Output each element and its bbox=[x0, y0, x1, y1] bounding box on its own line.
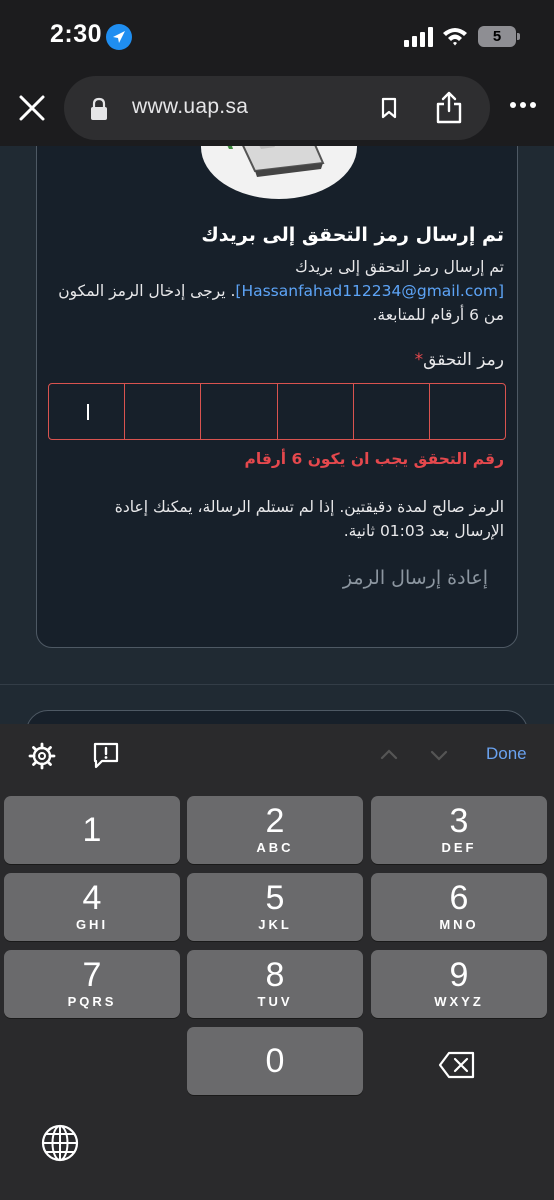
key-6[interactable]: 6 MNO bbox=[371, 873, 547, 941]
key-digit: 6 bbox=[449, 879, 469, 917]
verification-title: تم إرسال رمز التحقق إلى بريدك bbox=[201, 224, 504, 246]
key-letters: GHI bbox=[75, 917, 109, 932]
cellular-signal-icon bbox=[404, 27, 433, 47]
email-illustration bbox=[201, 146, 357, 199]
browser-toolbar: www.uap.sa bbox=[0, 70, 554, 146]
key-8[interactable]: 8 TUV bbox=[187, 950, 363, 1018]
key-7[interactable]: 7 PQRS bbox=[4, 950, 180, 1018]
resend-code-link[interactable]: إعادة إرسال الرمز bbox=[343, 567, 488, 589]
chevron-up-icon[interactable] bbox=[380, 746, 398, 764]
key-2[interactable]: 2 ABC bbox=[187, 796, 363, 864]
key-digit: 3 bbox=[449, 802, 469, 840]
key-9[interactable]: 9 WXYZ bbox=[371, 950, 547, 1018]
otp-digit-input[interactable] bbox=[430, 384, 505, 439]
status-time: 2:30 bbox=[50, 20, 103, 48]
key-digit: 4 bbox=[82, 879, 102, 917]
verification-description: تم إرسال رمز التحقق إلى بريدك [Hassanfah… bbox=[42, 255, 504, 327]
code-label-text: رمز التحقق bbox=[423, 350, 504, 370]
required-mark: * bbox=[414, 350, 424, 370]
battery-tip bbox=[517, 33, 520, 40]
done-button[interactable]: Done bbox=[486, 744, 527, 764]
key-letters: PQRS bbox=[67, 994, 117, 1009]
otp-input-group[interactable] bbox=[48, 383, 506, 440]
otp-digit-input[interactable] bbox=[201, 384, 278, 439]
battery-icon: 5 bbox=[478, 26, 516, 47]
key-digit: 5 bbox=[265, 879, 285, 917]
key-digit: 1 bbox=[82, 811, 102, 849]
code-label: رمز التحقق* bbox=[415, 350, 504, 370]
description-prefix: تم إرسال رمز التحقق إلى بريدك bbox=[295, 258, 504, 276]
email-address: [Hassanfahad112234@gmail.com] bbox=[235, 282, 504, 300]
key-digit: 2 bbox=[265, 802, 285, 840]
more-icon[interactable] bbox=[508, 100, 538, 110]
key-letters: MNO bbox=[439, 917, 479, 932]
wifi-icon bbox=[443, 28, 467, 46]
key-letters: TUV bbox=[257, 994, 293, 1009]
url-text: www.uap.sa bbox=[132, 95, 249, 118]
otp-digit-input[interactable] bbox=[49, 384, 126, 439]
key-digit: 9 bbox=[449, 956, 469, 994]
bookmark-icon[interactable] bbox=[377, 96, 401, 120]
next-card bbox=[26, 710, 528, 724]
verification-card: تم إرسال رمز التحقق إلى بريدك تم إرسال ر… bbox=[36, 146, 518, 648]
text-caret bbox=[87, 404, 89, 420]
key-letters: WXYZ bbox=[434, 994, 484, 1009]
validation-error: رقم التحقق يجب ان يكون 6 أرقام bbox=[244, 450, 504, 468]
key-1[interactable]: 1 bbox=[4, 796, 180, 864]
key-3[interactable]: 3 DEF bbox=[371, 796, 547, 864]
otp-digit-input[interactable] bbox=[278, 384, 354, 439]
otp-digit-input[interactable] bbox=[125, 384, 202, 439]
key-5[interactable]: 5 JKL bbox=[187, 873, 363, 941]
key-0[interactable]: 0 bbox=[187, 1027, 363, 1095]
key-letters: ABC bbox=[256, 840, 294, 855]
status-bar: 2:30 5 bbox=[0, 0, 554, 70]
web-page: تم إرسال رمز التحقق إلى بريدك تم إرسال ر… bbox=[0, 146, 554, 724]
key-letters: DEF bbox=[441, 840, 477, 855]
gear-icon[interactable] bbox=[28, 742, 56, 770]
chevron-down-icon[interactable] bbox=[430, 746, 448, 764]
address-bar[interactable]: www.uap.sa bbox=[64, 76, 490, 140]
key-digit: 7 bbox=[82, 956, 102, 994]
backspace-icon[interactable] bbox=[438, 1051, 476, 1079]
otp-digit-input[interactable] bbox=[354, 384, 430, 439]
keyboard-accessory-bar: Done bbox=[0, 724, 554, 786]
lock-icon bbox=[91, 97, 107, 120]
key-digit: 0 bbox=[265, 1042, 285, 1080]
globe-icon[interactable] bbox=[40, 1123, 80, 1163]
numeric-keypad: 1 2 ABC 3 DEF 4 GHI 5 JKL 6 MNO 7 PQRS 8… bbox=[0, 786, 554, 1200]
key-4[interactable]: 4 GHI bbox=[4, 873, 180, 941]
feedback-icon[interactable] bbox=[92, 741, 120, 769]
key-letters: JKL bbox=[258, 917, 292, 932]
section-divider bbox=[0, 684, 554, 685]
close-icon[interactable] bbox=[12, 88, 52, 128]
location-arrow-icon bbox=[106, 24, 132, 50]
resend-info: الرمز صالح لمدة دقيقتين. إذا لم تستلم ال… bbox=[114, 498, 504, 540]
share-icon[interactable] bbox=[434, 90, 464, 124]
key-digit: 8 bbox=[265, 956, 285, 994]
